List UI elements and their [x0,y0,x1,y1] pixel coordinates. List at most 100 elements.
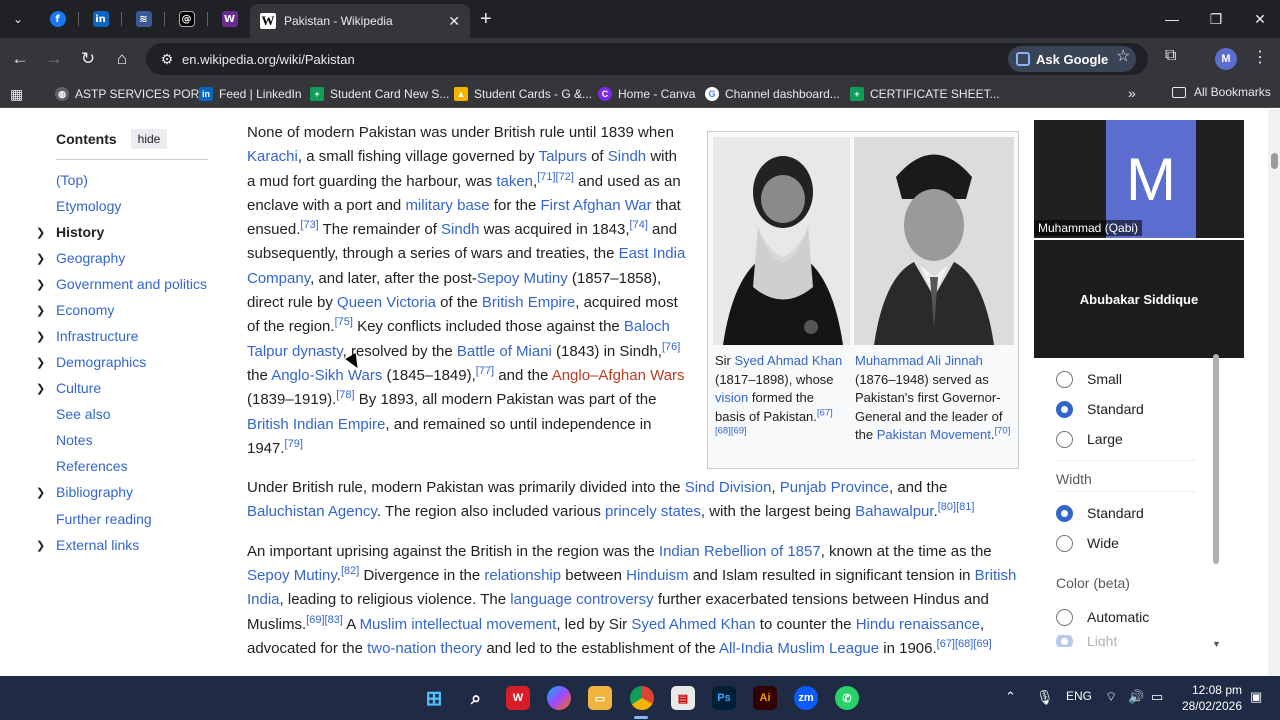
restore-button[interactable]: ❐ [1194,0,1238,38]
system-clock[interactable]: 12:08 pm 28/02/2026 [1180,682,1242,714]
article-link[interactable]: Anglo–Afghan Wars [552,367,685,384]
bookmark-item[interactable]: G Channel dashboard... [705,85,840,103]
address-bar[interactable]: ⚙ en.wikipedia.org/wiki/Pakistan Ask Goo… [146,43,1148,75]
citation-link[interactable]: [82] [341,565,359,577]
article-link[interactable]: Indian Rebellion of 1857 [659,543,821,560]
toc-item[interactable]: References [36,456,128,476]
article-link[interactable]: princely states [605,503,701,520]
reload-button[interactable]: ↻ [76,47,100,71]
article-link[interactable]: Baluchistan Agency [247,503,377,520]
wifi-icon[interactable]: ⌔ [1105,689,1117,705]
file-explorer-icon[interactable]: ▭ [588,686,612,710]
notifications-icon[interactable]: ▣ [1250,689,1262,705]
article-link[interactable]: British Empire [482,294,575,311]
article-link[interactable]: taken [496,173,533,190]
article-link[interactable]: Syed Ahmed Khan [631,616,755,633]
new-tab-button[interactable]: + [480,8,500,30]
article-link[interactable]: Sindh [608,148,646,165]
toc-item[interactable]: Notes [36,430,93,450]
text-size-standard-radio[interactable]: Standard [1056,399,1144,419]
article-link[interactable]: Karachi [247,148,298,165]
article-link[interactable]: Syed Ahmad Khan [735,353,843,368]
video-tile-participant-2[interactable]: Abubakar Siddique [1034,240,1244,358]
photoshop-icon[interactable]: Ps [712,686,736,710]
article-link[interactable]: British Indian Empire [247,416,385,433]
syed-ahmad-khan-portrait[interactable] [713,137,850,345]
toc-item[interactable]: ❯ Demographics [36,352,146,372]
chrome-icon[interactable] [630,686,654,710]
panel-scrollbar[interactable] [1213,354,1219,564]
article-link[interactable]: Muhammad Ali Jinnah [855,353,983,368]
article-link[interactable]: Sind Division [685,479,772,496]
article-link[interactable]: Sepoy Mutiny [247,567,337,584]
article-link[interactable]: Hinduism [626,567,689,584]
citation-link[interactable]: [78] [336,389,354,401]
bookmark-item[interactable]: ◍ ASTP SERVICES POR... [55,85,209,103]
muhammad-ali-jinnah-portrait[interactable] [854,137,1014,345]
back-button[interactable]: ← [8,47,32,71]
site-info-icon[interactable]: ⚙ [152,51,182,68]
tray-chevron-up-icon[interactable]: ⌃ [1005,689,1016,705]
citation-link[interactable]: [69][83] [306,614,343,626]
chevron-right-icon[interactable]: ❯ [36,330,56,343]
pinned-tab-threads[interactable]: @ [165,0,208,38]
toc-item[interactable]: Etymology [36,196,121,216]
toc-item[interactable]: ❯ Bibliography [36,482,133,502]
home-button[interactable]: ⌂ [110,47,134,71]
chevron-right-icon[interactable]: ❯ [36,539,56,552]
microphone-icon[interactable]: 🎙 [1036,689,1054,706]
article-link[interactable]: Sepoy Mutiny [477,270,568,287]
toc-item[interactable]: (Top) [36,170,88,190]
citation-link[interactable]: [79] [285,438,303,450]
width-standard-radio[interactable]: Standard [1056,503,1144,523]
apps-grid-icon[interactable]: ▦ [10,86,23,103]
citation-link[interactable]: [80][81] [938,501,975,513]
zoom-icon[interactable]: zm [794,686,818,710]
toc-item[interactable]: ❯ External links [36,535,139,555]
article-link[interactable]: Sindh [441,221,479,238]
bookmark-star-icon[interactable]: ☆ [1116,46,1130,66]
toc-item[interactable]: ❯ Government and politics [36,274,207,294]
toc-item[interactable]: ❯ Infrastructure [36,326,138,346]
article-link[interactable]: vision [715,390,748,405]
citation-link[interactable]: [73] [300,219,318,231]
citation-link[interactable]: [70] [994,426,1010,437]
tab-search-icon[interactable]: ⌄ [0,0,36,38]
pinned-tab-site[interactable]: W [208,0,251,38]
volume-icon[interactable]: 🔊 [1128,689,1144,705]
article-link[interactable]: Muslim intellectual movement [360,616,557,633]
text-size-large-radio[interactable]: Large [1056,429,1123,449]
chevron-right-icon[interactable]: ❯ [36,278,56,291]
url-text[interactable]: en.wikipedia.org/wiki/Pakistan [182,52,1148,67]
wps-office-icon[interactable]: W [506,686,530,710]
article-link[interactable]: two-nation theory [367,640,482,657]
article-link[interactable]: Anglo-Sikh Wars [271,367,382,384]
more-bookmarks-icon[interactable]: » [1128,85,1136,101]
article-link[interactable]: Talpurs [539,148,587,165]
toc-item[interactable]: ❯ Economy [36,300,114,320]
article-link[interactable]: Battle of Miani [457,343,552,360]
chevron-right-icon[interactable]: ❯ [36,486,56,499]
browser-menu-icon[interactable]: ⋮ [1252,47,1268,67]
copilot-icon[interactable] [547,686,571,710]
article-link[interactable]: Hindu renaissance [856,616,980,633]
bookmark-item[interactable]: + CERTIFICATE SHEET... [850,85,1000,103]
forward-button[interactable]: → [42,47,66,71]
chevron-right-icon[interactable]: ❯ [36,382,56,395]
chevron-right-icon[interactable]: ❯ [36,304,56,317]
toc-item[interactable]: ❯ Geography [36,248,125,268]
tab-close-icon[interactable]: ✕ [448,13,460,30]
extensions-icon[interactable]: ⧉ [1165,47,1176,65]
article-link[interactable]: All-India Muslim League [719,640,879,657]
chevron-right-icon[interactable]: ❯ [36,356,56,369]
document-app-icon[interactable]: ▤ [671,686,695,710]
color-automatic-radio[interactable]: Automatic [1056,607,1149,627]
citation-link[interactable]: [75] [335,316,353,328]
battery-icon[interactable]: ▭ [1151,689,1163,705]
windows-start-icon[interactable]: ⊞ [422,686,446,710]
toc-item[interactable]: ❯ Culture [36,378,101,398]
citation-link[interactable]: [74] [630,219,648,231]
pinned-tab-app[interactable]: ≋ [122,0,165,38]
pinned-tab-facebook[interactable]: f [36,0,79,38]
article-link[interactable]: military base [405,197,489,214]
